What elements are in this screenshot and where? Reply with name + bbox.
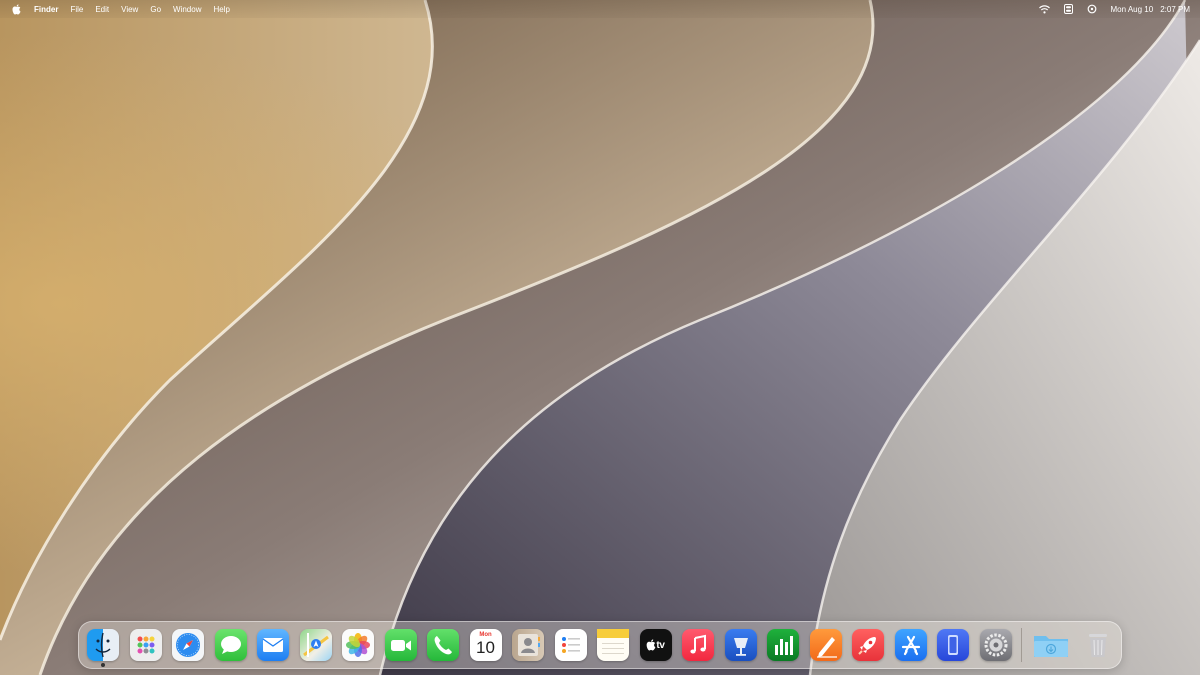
desktop-wallpaper xyxy=(0,0,1200,675)
dock-mail[interactable] xyxy=(257,629,289,661)
menu-file[interactable]: File xyxy=(70,5,83,14)
menu-help[interactable]: Help xyxy=(213,5,229,14)
dock-messages[interactable] xyxy=(214,629,247,661)
mail-icon xyxy=(262,638,284,652)
dock-iphone-mirroring[interactable] xyxy=(937,629,969,661)
dock-calendar[interactable]: Mon 10 xyxy=(469,629,502,661)
tv-label: tv xyxy=(656,639,665,651)
dock-tv[interactable]: tv xyxy=(639,629,672,661)
dock: Mon 10 tv xyxy=(78,621,1122,669)
menu-view[interactable]: View xyxy=(121,5,138,14)
dock-system-settings[interactable] xyxy=(979,629,1012,661)
menu-bar: Finder File Edit View Go Window Help Mon… xyxy=(0,0,1200,18)
phone-icon xyxy=(434,636,452,655)
dock-launchpad[interactable] xyxy=(129,629,162,661)
notes-icon xyxy=(597,629,629,654)
pages-icon xyxy=(816,637,837,658)
dock-finder[interactable] xyxy=(87,629,119,667)
calendar-day-label: 10 xyxy=(476,638,495,657)
contacts-icon xyxy=(518,634,540,656)
dock-separator xyxy=(1021,628,1022,662)
dock-downloads-folder[interactable] xyxy=(1031,629,1071,661)
dock-phone[interactable] xyxy=(427,629,459,661)
apple-tv-icon xyxy=(646,639,656,651)
trash-icon xyxy=(1088,634,1107,657)
menu-go[interactable]: Go xyxy=(150,5,161,14)
apple-logo-icon[interactable] xyxy=(12,3,22,15)
control-center-icon[interactable] xyxy=(1063,3,1073,15)
dock-facetime[interactable] xyxy=(384,629,417,661)
dock-reminders[interactable] xyxy=(554,629,587,661)
keynote-icon xyxy=(733,638,748,656)
spotlight-icon[interactable] xyxy=(1087,3,1097,15)
rocket-icon xyxy=(858,637,876,655)
safari-icon xyxy=(176,633,200,657)
numbers-icon xyxy=(775,636,793,655)
dock-rocket[interactable] xyxy=(852,629,884,661)
photos-icon xyxy=(346,633,370,657)
wifi-icon[interactable] xyxy=(1038,3,1050,15)
iphone-mirroring-icon xyxy=(948,635,958,655)
facetime-icon xyxy=(390,640,411,651)
dock-contacts[interactable] xyxy=(512,629,544,661)
dock-notes[interactable] xyxy=(597,629,629,661)
launchpad-icon xyxy=(137,636,154,654)
dock-trash[interactable] xyxy=(1082,629,1114,661)
menu-clock[interactable]: Mon Aug 10 2:07 PM xyxy=(1111,5,1191,14)
menu-edit[interactable]: Edit xyxy=(95,5,109,14)
downloads-folder-icon xyxy=(1034,636,1068,657)
music-note-icon xyxy=(690,634,706,654)
gear-icon xyxy=(984,633,1007,657)
finder-icon xyxy=(95,632,111,658)
menu-app-name[interactable]: Finder xyxy=(34,5,58,14)
clock-time: 2:07 PM xyxy=(1160,4,1190,14)
dock-numbers[interactable] xyxy=(767,629,799,661)
menu-window[interactable]: Window xyxy=(173,5,201,14)
running-indicator xyxy=(101,663,105,667)
app-store-icon xyxy=(901,635,920,656)
clock-date: Mon Aug 10 xyxy=(1110,4,1154,14)
dock-app-store[interactable] xyxy=(894,629,927,661)
dock-safari[interactable] xyxy=(172,629,204,661)
dock-music[interactable] xyxy=(682,629,714,661)
dock-pages[interactable] xyxy=(809,629,842,661)
messages-icon xyxy=(220,636,241,654)
maps-icon xyxy=(302,633,329,657)
reminders-icon xyxy=(561,637,580,653)
dock-keynote[interactable] xyxy=(724,629,757,661)
dock-photos[interactable] xyxy=(342,629,374,661)
dock-maps[interactable] xyxy=(299,629,332,661)
